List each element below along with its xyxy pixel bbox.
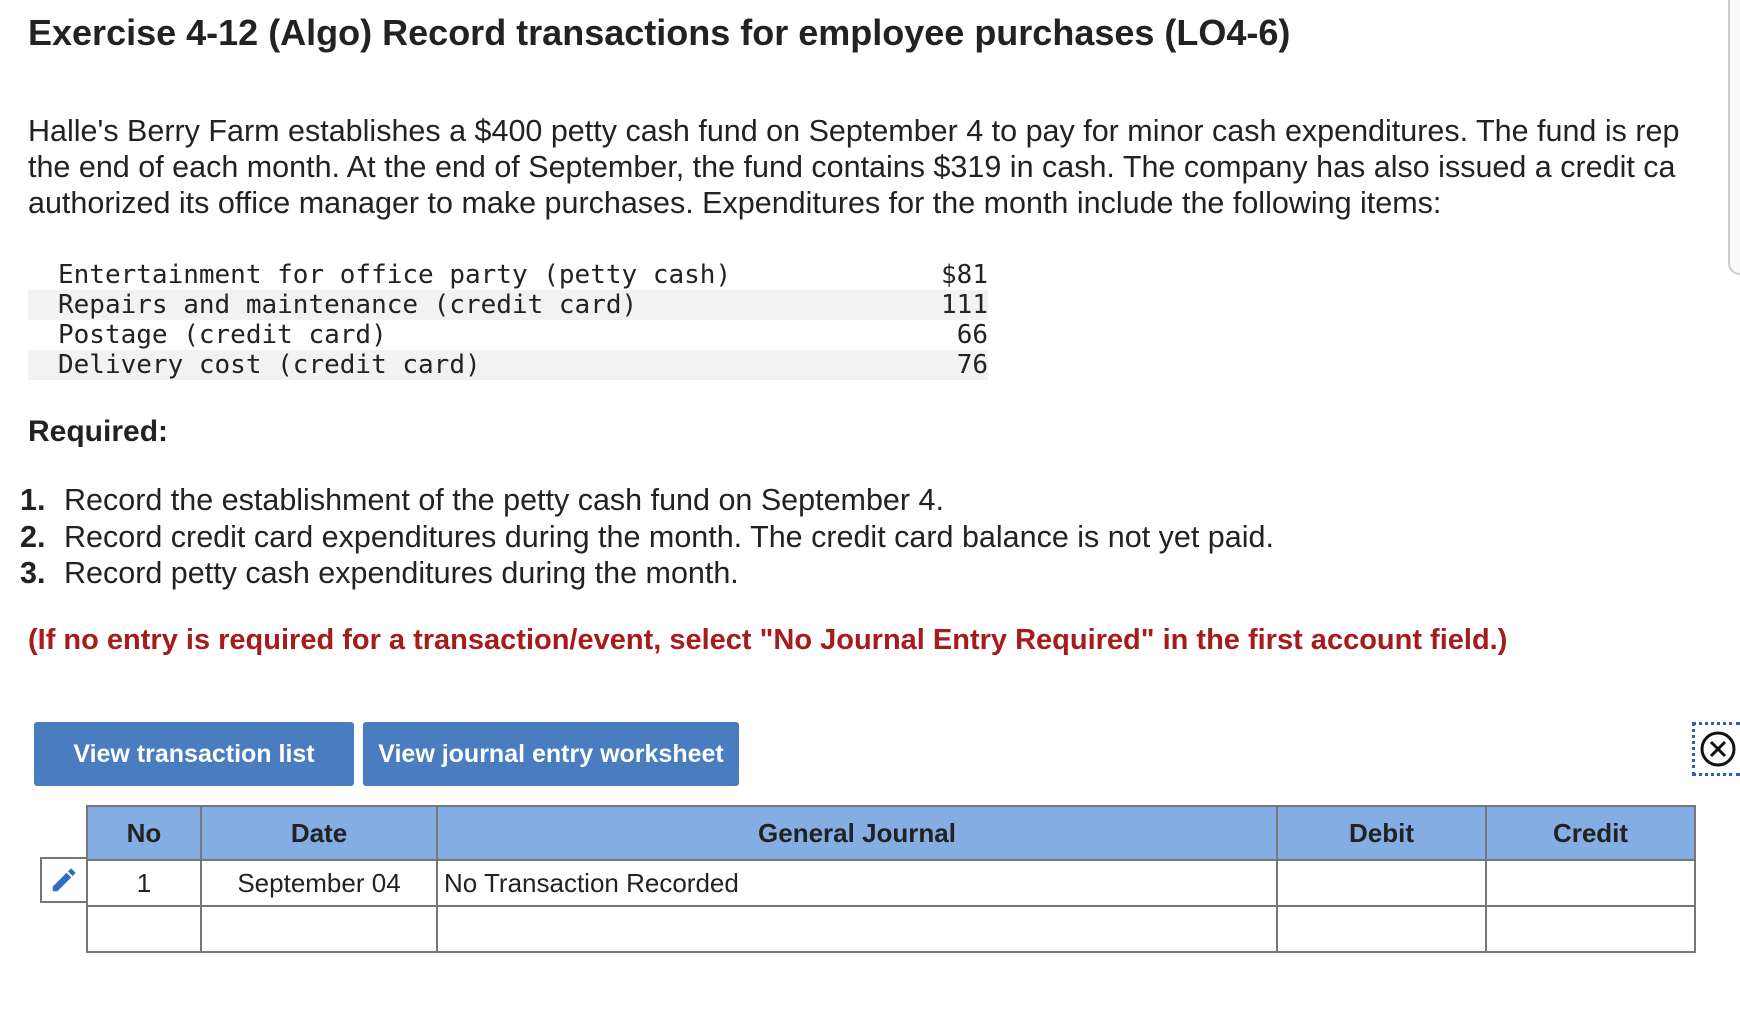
expenditure-description: Repairs and maintenance (credit card) bbox=[58, 290, 638, 320]
description-line-2: the end of each month. At the end of Sep… bbox=[28, 150, 1676, 184]
scrollbar-edge bbox=[1728, 0, 1740, 275]
step-text: Record petty cash expenditures during th… bbox=[64, 556, 739, 590]
row-credit bbox=[1485, 859, 1696, 907]
row-no bbox=[86, 905, 202, 953]
view-transaction-list-button[interactable]: View transaction list bbox=[34, 722, 354, 786]
required-heading: Required: bbox=[28, 415, 169, 448]
expenditure-description: Postage (credit card) bbox=[58, 320, 387, 350]
row-account bbox=[436, 905, 1278, 953]
required-steps: 1. Record the establishment of the petty… bbox=[20, 482, 1274, 592]
row-debit bbox=[1276, 905, 1487, 953]
expenditure-amount: 66 bbox=[956, 320, 988, 350]
required-step: 3. Record petty cash expenditures during… bbox=[20, 555, 1274, 592]
journal-header-row: No Date General Journal Debit Credit bbox=[86, 805, 1696, 861]
header-general-journal: General Journal bbox=[436, 805, 1278, 861]
required-step: 1. Record the establishment of the petty… bbox=[20, 482, 1274, 519]
instruction-note: (If no entry is required for a transacti… bbox=[28, 624, 1508, 656]
step-text: Record the establishment of the petty ca… bbox=[64, 483, 944, 517]
expenditure-description: Delivery cost (credit card) bbox=[58, 350, 481, 380]
expenditure-row: Entertainment for office party (petty ca… bbox=[28, 260, 988, 290]
step-number: 3. bbox=[20, 556, 46, 590]
expenditure-row: Postage (credit card) 66 bbox=[28, 320, 988, 350]
row-no: 1 bbox=[86, 859, 202, 907]
pencil-icon bbox=[52, 868, 76, 892]
step-number: 2. bbox=[20, 519, 46, 554]
row-credit bbox=[1485, 905, 1696, 953]
table-row: 1 September 04 No Transaction Recorded bbox=[86, 859, 1696, 907]
row-account: No Transaction Recorded bbox=[436, 859, 1278, 907]
problem-description: Halle's Berry Farm establishes a $400 pe… bbox=[28, 113, 1740, 221]
header-date: Date bbox=[200, 805, 438, 861]
expenditure-row: Delivery cost (credit card) 76 bbox=[28, 350, 988, 380]
view-journal-entry-worksheet-button[interactable]: View journal entry worksheet bbox=[363, 722, 739, 786]
expenditure-amount: $81 bbox=[941, 260, 988, 290]
expenditures-table: Entertainment for office party (petty ca… bbox=[28, 260, 988, 380]
row-date bbox=[200, 905, 438, 953]
header-debit: Debit bbox=[1276, 805, 1487, 861]
header-credit: Credit bbox=[1485, 805, 1696, 861]
expenditure-row: Repairs and maintenance (credit card) 11… bbox=[28, 290, 988, 320]
table-row bbox=[86, 905, 1696, 953]
required-step: 2. Record credit card expenditures durin… bbox=[20, 519, 1274, 556]
expenditure-description: Entertainment for office party (petty ca… bbox=[58, 260, 732, 290]
row-debit bbox=[1276, 859, 1487, 907]
step-number: 1. bbox=[20, 483, 46, 517]
description-line-1: Halle's Berry Farm establishes a $400 pe… bbox=[28, 114, 1680, 148]
header-no: No bbox=[86, 805, 202, 861]
close-button[interactable] bbox=[1692, 722, 1740, 776]
journal-table: No Date General Journal Debit Credit 1 S… bbox=[86, 805, 1696, 953]
step-text: Record credit card expenditures during t… bbox=[64, 519, 1274, 554]
page-title: Exercise 4-12 (Algo) Record transactions… bbox=[28, 12, 1291, 53]
row-date: September 04 bbox=[200, 859, 438, 907]
edit-entry-button[interactable] bbox=[40, 857, 86, 903]
expenditure-amount: 111 bbox=[941, 290, 988, 320]
close-circle-icon bbox=[1700, 731, 1735, 767]
expenditure-amount: 76 bbox=[956, 350, 988, 380]
description-line-3: authorized its office manager to make pu… bbox=[28, 186, 1442, 220]
